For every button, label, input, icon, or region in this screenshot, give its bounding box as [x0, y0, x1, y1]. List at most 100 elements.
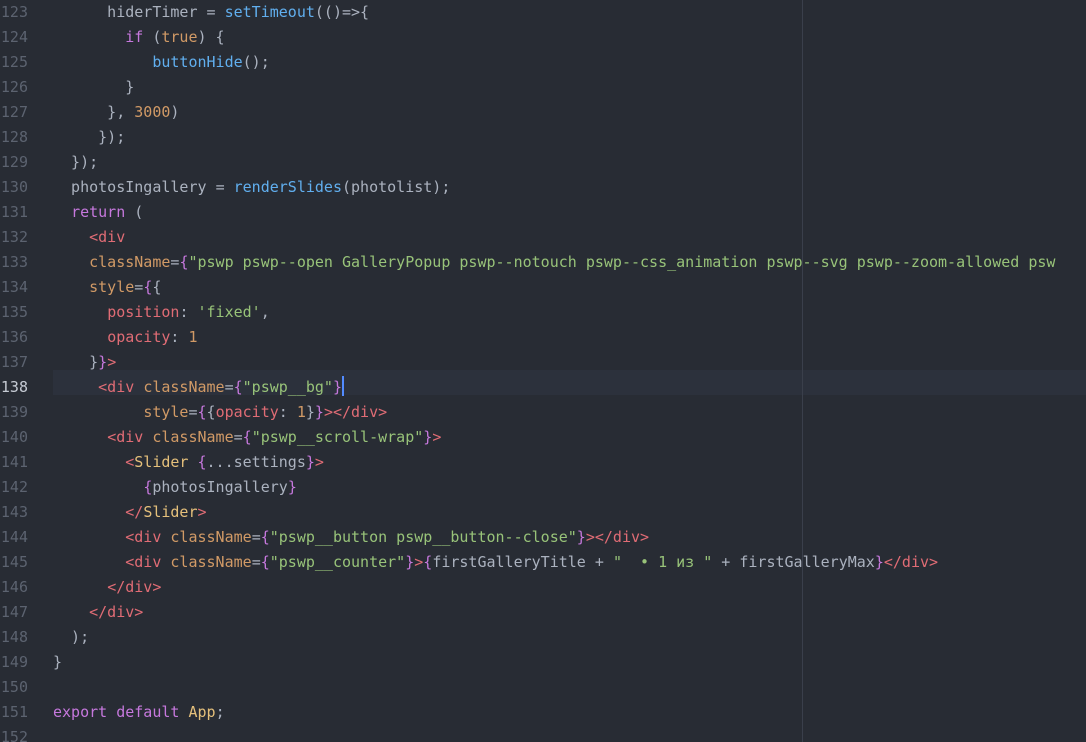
- code-token: :: [170, 328, 189, 346]
- line-number-gutter[interactable]: 123 124 125 126 127 128 129 130 131 132 133 134 135 1…: [0, 0, 46, 742]
- code-token: >: [197, 503, 207, 521]
- code-token: 1: [296, 403, 306, 421]
- code-token: "pswp__button pswp__button--close": [269, 528, 577, 546]
- code-token: 1: [188, 328, 198, 346]
- line-number: 133: [0, 253, 28, 271]
- code-line[interactable]: <Slider {...settings}>: [53, 450, 1086, 475]
- code-token: export: [53, 703, 108, 721]
- line-number: 142: [0, 478, 28, 496]
- code-line[interactable]: style={{opacity: 1}}></div>: [53, 400, 1086, 425]
- code-token: =: [233, 428, 243, 446]
- code-line[interactable]: }: [53, 650, 1086, 675]
- code-token: {: [152, 278, 162, 296]
- code-line[interactable]: });: [53, 125, 1086, 150]
- code-line[interactable]: <div: [53, 225, 1086, 250]
- code-token: }: [53, 353, 99, 371]
- line-number: 152: [0, 728, 28, 742]
- code-line[interactable]: }, 3000): [53, 100, 1086, 125]
- code-line[interactable]: position: 'fixed',: [53, 300, 1086, 325]
- code-token: <: [125, 453, 135, 471]
- code-line[interactable]: photosIngallery = renderSlides(photolist…: [53, 175, 1086, 200]
- code-token: className: [89, 253, 171, 271]
- code-token: hiderTimer: [53, 3, 207, 21]
- code-token: });: [53, 128, 126, 146]
- code-line[interactable]: [53, 725, 1086, 742]
- code-token: }: [423, 428, 433, 446]
- code-token: "pswp pswp--open GalleryPopup pswp--noto…: [188, 253, 1056, 271]
- code-line[interactable]: </Slider>: [53, 500, 1086, 525]
- code-token: <div: [89, 228, 126, 246]
- code-token: "pswp__counter": [269, 553, 406, 571]
- code-token: className: [170, 528, 252, 546]
- code-line[interactable]: opacity: 1: [53, 325, 1086, 350]
- code-line[interactable]: </div>: [53, 575, 1086, 600]
- text-cursor: [342, 376, 344, 396]
- line-number: 136: [0, 328, 28, 346]
- code-token: <div: [125, 553, 171, 571]
- code-line[interactable]: </div>: [53, 600, 1086, 625]
- code-token: ;: [215, 703, 225, 721]
- code-line[interactable]: <div className={"pswp__scroll-wrap"}>: [53, 425, 1086, 450]
- code-token: }: [576, 528, 586, 546]
- code-token: {: [197, 453, 207, 471]
- line-number: 124: [0, 28, 28, 46]
- code-token: photosIngallery: [152, 478, 288, 496]
- code-line[interactable]: }: [53, 75, 1086, 100]
- code-line[interactable]: <div className={"pswp__counter"}>{firstG…: [53, 550, 1086, 575]
- code-token: Slider: [134, 453, 189, 471]
- line-number: 123: [0, 3, 28, 21]
- code-line[interactable]: return (: [53, 200, 1086, 225]
- code-token: {: [260, 528, 270, 546]
- code-token: },: [53, 103, 135, 121]
- code-line[interactable]: });: [53, 150, 1086, 175]
- code-line[interactable]: [53, 675, 1086, 700]
- line-number: 135: [0, 303, 28, 321]
- code-token: "pswp__bg": [242, 378, 333, 396]
- code-line[interactable]: <div className={"pswp__bg"}: [53, 375, 1086, 400]
- code-token: firstGalleryTitle +: [432, 553, 613, 571]
- code-line[interactable]: buttonHide();: [53, 50, 1086, 75]
- code-line[interactable]: <div className={"pswp__button pswp__butt…: [53, 525, 1086, 550]
- code-editor[interactable]: 123 124 125 126 127 128 129 130 131 132 133 134 135 1…: [0, 0, 1086, 742]
- code-token: }: [53, 78, 135, 96]
- code-token: <div: [125, 528, 171, 546]
- code-line[interactable]: }}>: [53, 350, 1086, 375]
- code-token: =: [134, 278, 144, 296]
- code-token: setTimeout: [224, 3, 315, 21]
- code-token: {: [423, 553, 433, 571]
- code-token: photosIngallery: [53, 178, 216, 196]
- code-token: }: [405, 553, 415, 571]
- code-token: (: [143, 28, 162, 46]
- code-line[interactable]: className={"pswp pswp--open GalleryPopup…: [53, 250, 1086, 275]
- code-token: :: [278, 403, 297, 421]
- code-token: + firstGalleryMax: [712, 553, 875, 571]
- code-token: ) {: [197, 28, 225, 46]
- code-token: {: [260, 553, 270, 571]
- code-token: });: [53, 153, 99, 171]
- line-number: 146: [0, 578, 28, 596]
- code-line[interactable]: style={{: [53, 275, 1086, 300]
- line-number: 126: [0, 78, 28, 96]
- code-line[interactable]: );: [53, 625, 1086, 650]
- line-number: 127: [0, 103, 28, 121]
- code-line[interactable]: {photosIngallery}: [53, 475, 1086, 500]
- code-token: opacity: [107, 328, 171, 346]
- code-line[interactable]: hiderTimer = setTimeout(()=>{: [53, 0, 1086, 25]
- code-area[interactable]: hiderTimer = setTimeout(()=>{ if (true) …: [53, 0, 1086, 742]
- code-token: Slider: [143, 503, 198, 521]
- line-number: 132: [0, 228, 28, 246]
- line-number: 128: [0, 128, 28, 146]
- code-line[interactable]: if (true) {: [53, 25, 1086, 50]
- code-token: {: [143, 278, 153, 296]
- code-token: =: [188, 403, 198, 421]
- line-number: 149: [0, 653, 28, 671]
- code-line[interactable]: export default App;: [53, 700, 1086, 725]
- code-token: :: [179, 303, 198, 321]
- code-token: }: [874, 553, 884, 571]
